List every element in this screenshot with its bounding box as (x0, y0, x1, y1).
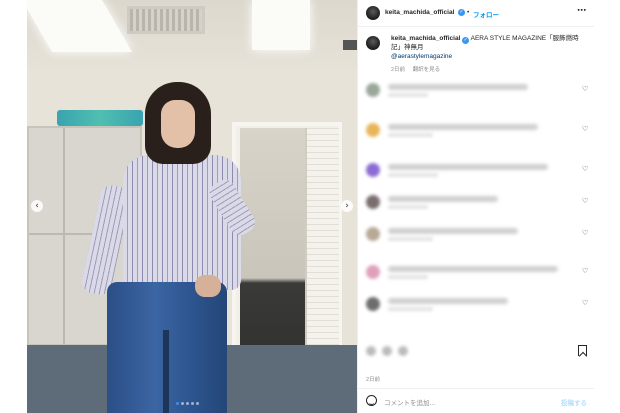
comment-input-bar: コメントを追加... 投稿する (358, 388, 594, 413)
post-actions (358, 340, 594, 364)
post-comment-button[interactable]: 投稿する (561, 397, 587, 407)
carousel-dots (176, 402, 199, 408)
blurred-text (388, 164, 548, 170)
person-hand (195, 275, 221, 297)
blurred-text (388, 84, 528, 90)
comment-row-blurred: ♡ (358, 120, 594, 140)
locker (29, 128, 65, 344)
like-heart-icon[interactable]: ♡ (582, 125, 588, 133)
blurred-text (388, 133, 433, 137)
blurred-text (388, 237, 433, 241)
comment-row-blurred: ♡ (358, 160, 594, 180)
person-shirt (123, 155, 241, 290)
avatar[interactable] (366, 6, 380, 20)
blurred-text (388, 205, 428, 209)
comment-icon[interactable] (382, 346, 392, 356)
carousel-dot (191, 402, 194, 405)
carousel-prev-icon[interactable]: ‹ (31, 200, 43, 212)
comment-avatar (366, 195, 380, 209)
comment-avatar (366, 227, 380, 241)
comment-avatar (366, 297, 380, 311)
like-heart-icon[interactable]: ♡ (582, 267, 588, 275)
caption-username[interactable]: keita_machida_official (391, 35, 460, 42)
caption-mention-link[interactable]: @aerastylemagazine (391, 53, 452, 60)
blurred-text (388, 124, 538, 130)
comment-avatar (366, 265, 380, 279)
emoji-icon[interactable] (366, 395, 377, 406)
person-face (161, 100, 195, 148)
post-header: keita_machida_official ✓ • フォロー ⋯ (358, 0, 594, 27)
caption-avatar[interactable] (366, 36, 380, 50)
caption-meta: 2日前 翻訳を見る (391, 65, 446, 73)
comment-row-blurred: ♡ (358, 294, 594, 314)
carousel-dot (176, 402, 179, 405)
jeans-gap (163, 330, 169, 413)
share-icon[interactable] (398, 346, 408, 356)
carousel-dot (181, 402, 184, 405)
ceiling-vent (127, 6, 205, 34)
comment-avatar (366, 83, 380, 97)
comment-row-blurred: ♡ (358, 262, 594, 282)
doorway (240, 128, 305, 378)
bookmark-icon[interactable] (578, 345, 587, 356)
comment-row-blurred: ♡ (358, 224, 594, 244)
verified-badge-icon: ✓ (458, 9, 465, 16)
carousel-next-icon[interactable]: › (341, 200, 353, 212)
blurred-text (388, 196, 498, 202)
like-heart-icon[interactable]: ♡ (582, 85, 588, 93)
post-caption: keita_machida_official ✓ AERA STYLE MAGA… (391, 34, 586, 52)
ceiling-light (252, 0, 310, 50)
blurred-text (388, 228, 518, 234)
header-username[interactable]: keita_machida_official (385, 9, 454, 16)
blurred-text (388, 307, 433, 311)
comment-row-blurred: ♡ (358, 80, 594, 100)
follow-button[interactable]: フォロー (473, 9, 499, 19)
blurred-text (388, 93, 428, 97)
carousel-dot (196, 402, 199, 405)
header-separator: • (467, 9, 470, 16)
post-timestamp: 2日前 (366, 377, 381, 383)
blurred-text (388, 298, 508, 304)
comment-input[interactable]: コメントを追加... (384, 397, 435, 407)
instagram-post-frame: ‹ › keita_machida_official ✓ • フォロー ⋯ ke… (0, 0, 620, 413)
blurred-text (388, 266, 558, 272)
like-heart-icon[interactable]: ♡ (582, 197, 588, 205)
more-options-icon[interactable]: ⋯ (577, 5, 587, 16)
wall-vent (343, 40, 357, 50)
comment-avatar (366, 163, 380, 177)
verified-badge-icon: ✓ (462, 37, 470, 44)
like-heart-icon[interactable]: ♡ (582, 229, 588, 237)
towel (57, 110, 143, 126)
carousel-dot (186, 402, 189, 405)
blurred-text (388, 173, 438, 177)
comment-avatar (366, 123, 380, 137)
blurred-text (388, 275, 428, 279)
post-photo[interactable]: ‹ › (27, 0, 357, 413)
like-heart-icon[interactable]: ♡ (582, 165, 588, 173)
post-side-panel: keita_machida_official ✓ • フォロー ⋯ keita_… (357, 0, 594, 413)
like-icon[interactable] (366, 346, 376, 356)
caption-age: 2日前 (391, 67, 406, 73)
comment-row-blurred: ♡ (358, 192, 594, 212)
like-heart-icon[interactable]: ♡ (582, 299, 588, 307)
translate-link[interactable]: 翻訳を見る (413, 67, 441, 73)
